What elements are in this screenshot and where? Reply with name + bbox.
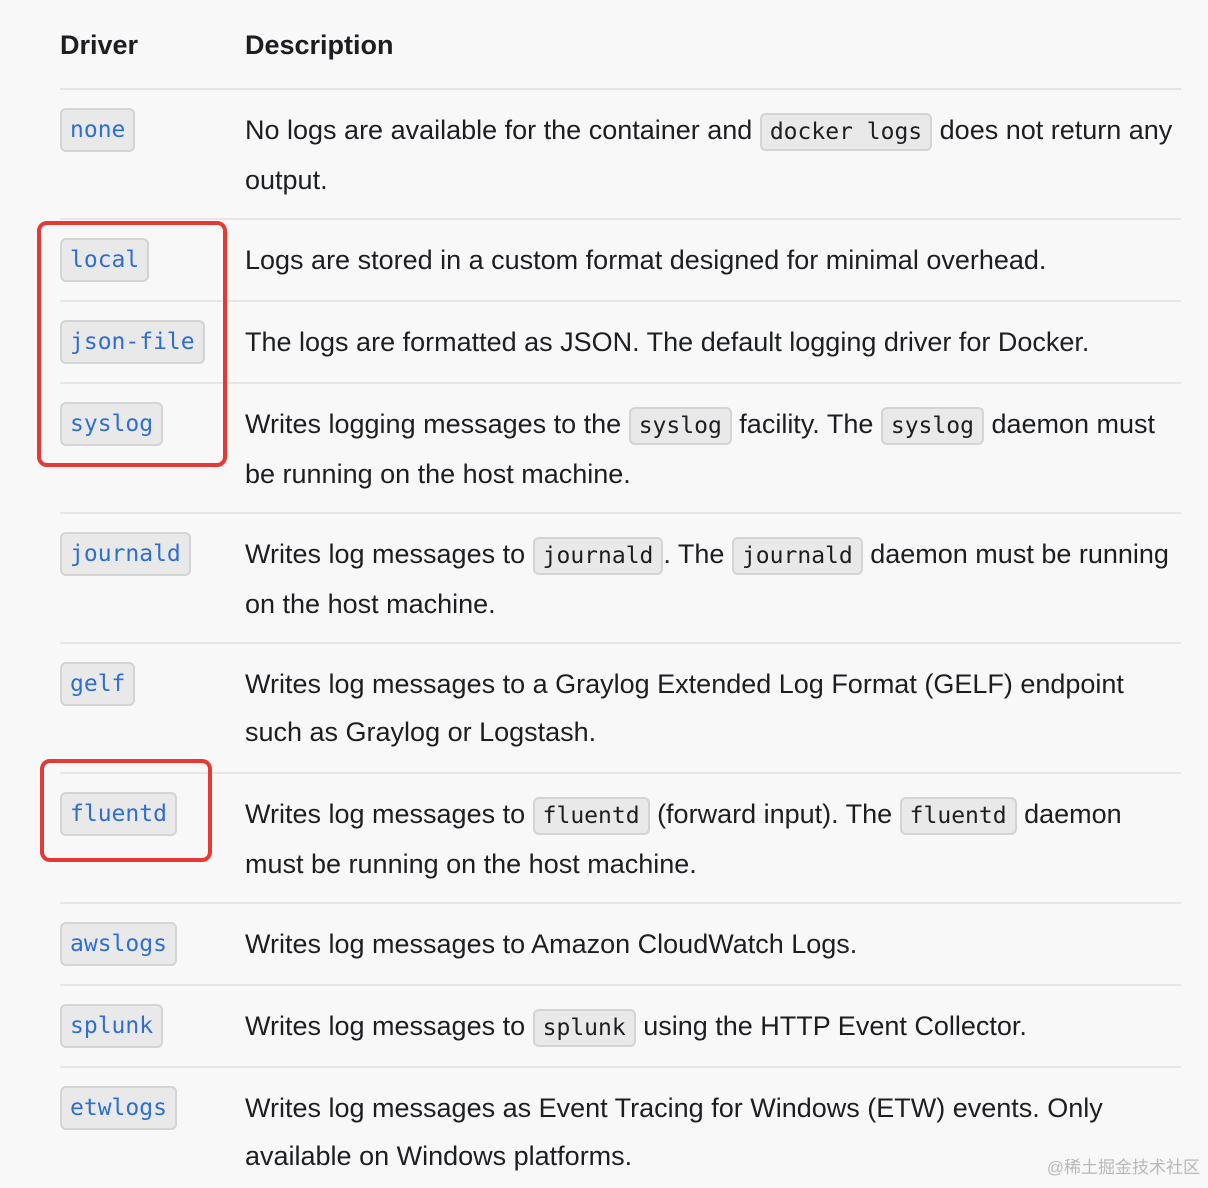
- highlight-box-fluentd: [40, 759, 212, 862]
- driver-cell: etwlogs: [60, 1086, 177, 1130]
- driver-column-header: Driver: [60, 30, 139, 60]
- driver-cell: splunk: [60, 1004, 164, 1048]
- description-text: Writes log messages to a Graylog Extende…: [245, 669, 1124, 747]
- description-text: Writes log messages to: [245, 799, 533, 829]
- description-cell: Writes log messages as Event Tracing for…: [245, 1084, 1181, 1180]
- highlight-box-local-jsonfile-syslog: [37, 221, 227, 467]
- driver-name-etwlogs[interactable]: etwlogs: [60, 1086, 177, 1130]
- description-cell: No logs are available for the container …: [245, 106, 1181, 204]
- driver-cell: awslogs: [60, 922, 177, 966]
- description-text: Writes log messages as Event Tracing for…: [245, 1093, 1103, 1171]
- table-row: syslog Writes logging messages to the sys…: [60, 384, 1181, 514]
- description-text: (forward input). The: [649, 799, 900, 829]
- description-text: using the HTTP Event Collector.: [635, 1011, 1027, 1041]
- logging-drivers-table: Driver Description none No logs are avail…: [60, 0, 1181, 1188]
- inline-code: docker logs: [759, 113, 933, 151]
- table-row: gelf Writes log messages to a Graylog Ext…: [60, 644, 1181, 774]
- inline-code: splunk: [532, 1009, 636, 1047]
- table-row: json-file The logs are formatted as JSON.…: [60, 302, 1181, 384]
- driver-name-splunk[interactable]: splunk: [60, 1004, 164, 1048]
- description-text: Writes logging messages to the: [245, 409, 629, 439]
- table-row: awslogs Writes log messages to Amazon Clo…: [60, 904, 1181, 986]
- description-cell: The logs are formatted as JSON. The defa…: [245, 318, 1181, 366]
- inline-code: journald: [532, 537, 664, 575]
- description-cell: Writes log messages to splunk using the …: [245, 1002, 1181, 1052]
- inline-code: syslog: [628, 407, 732, 445]
- table-row: journald Writes log messages to journald.…: [60, 514, 1181, 644]
- driver-name-awslogs[interactable]: awslogs: [60, 922, 177, 966]
- driver-name-gelf[interactable]: gelf: [60, 662, 136, 706]
- description-text: Writes log messages to: [245, 1011, 533, 1041]
- description-text: Writes log messages to Amazon CloudWatch…: [245, 929, 858, 959]
- description-cell: Writes log messages to Amazon CloudWatch…: [245, 920, 1181, 968]
- inline-code: fluentd: [899, 797, 1017, 835]
- table-header: Driver Description: [60, 0, 1181, 90]
- driver-cell: gelf: [60, 662, 136, 706]
- table-row: local Logs are stored in a custom format …: [60, 220, 1181, 302]
- description-cell: Writes log messages to a Graylog Extende…: [245, 660, 1181, 756]
- watermark: @稀土掘金技术社区: [1046, 1158, 1200, 1177]
- description-text: The logs are formatted as JSON. The defa…: [245, 327, 1090, 357]
- table-row: none No logs are available for the contai…: [60, 90, 1181, 220]
- table-row: etwlogs Writes log messages as Event Trac…: [60, 1068, 1181, 1188]
- driver-cell: none: [60, 108, 136, 152]
- description-text: . The: [663, 539, 732, 569]
- table-row: splunk Writes log messages to splunk usin…: [60, 986, 1181, 1068]
- description-cell: Writes log messages to journald. The jou…: [245, 530, 1181, 628]
- description-cell: Writes log messages to fluentd (forward …: [245, 790, 1181, 888]
- description-text: facility. The: [731, 409, 881, 439]
- driver-name-journald[interactable]: journald: [60, 532, 191, 576]
- inline-code: fluentd: [532, 797, 650, 835]
- description-cell: Writes logging messages to the syslog fa…: [245, 400, 1181, 498]
- driver-name-none[interactable]: none: [60, 108, 136, 152]
- description-text: Logs are stored in a custom format desig…: [245, 245, 1047, 275]
- description-text: Writes log messages to: [245, 539, 533, 569]
- table-body: none No logs are available for the contai…: [60, 90, 1181, 1188]
- inline-code: syslog: [880, 407, 984, 445]
- driver-cell: journald: [60, 532, 191, 576]
- description-text: No logs are available for the container …: [245, 115, 760, 145]
- inline-code: journald: [731, 537, 863, 575]
- description-column-header: Description: [245, 30, 394, 60]
- table-row: fluentd Writes log messages to fluentd (f…: [60, 774, 1181, 904]
- description-cell: Logs are stored in a custom format desig…: [245, 236, 1181, 284]
